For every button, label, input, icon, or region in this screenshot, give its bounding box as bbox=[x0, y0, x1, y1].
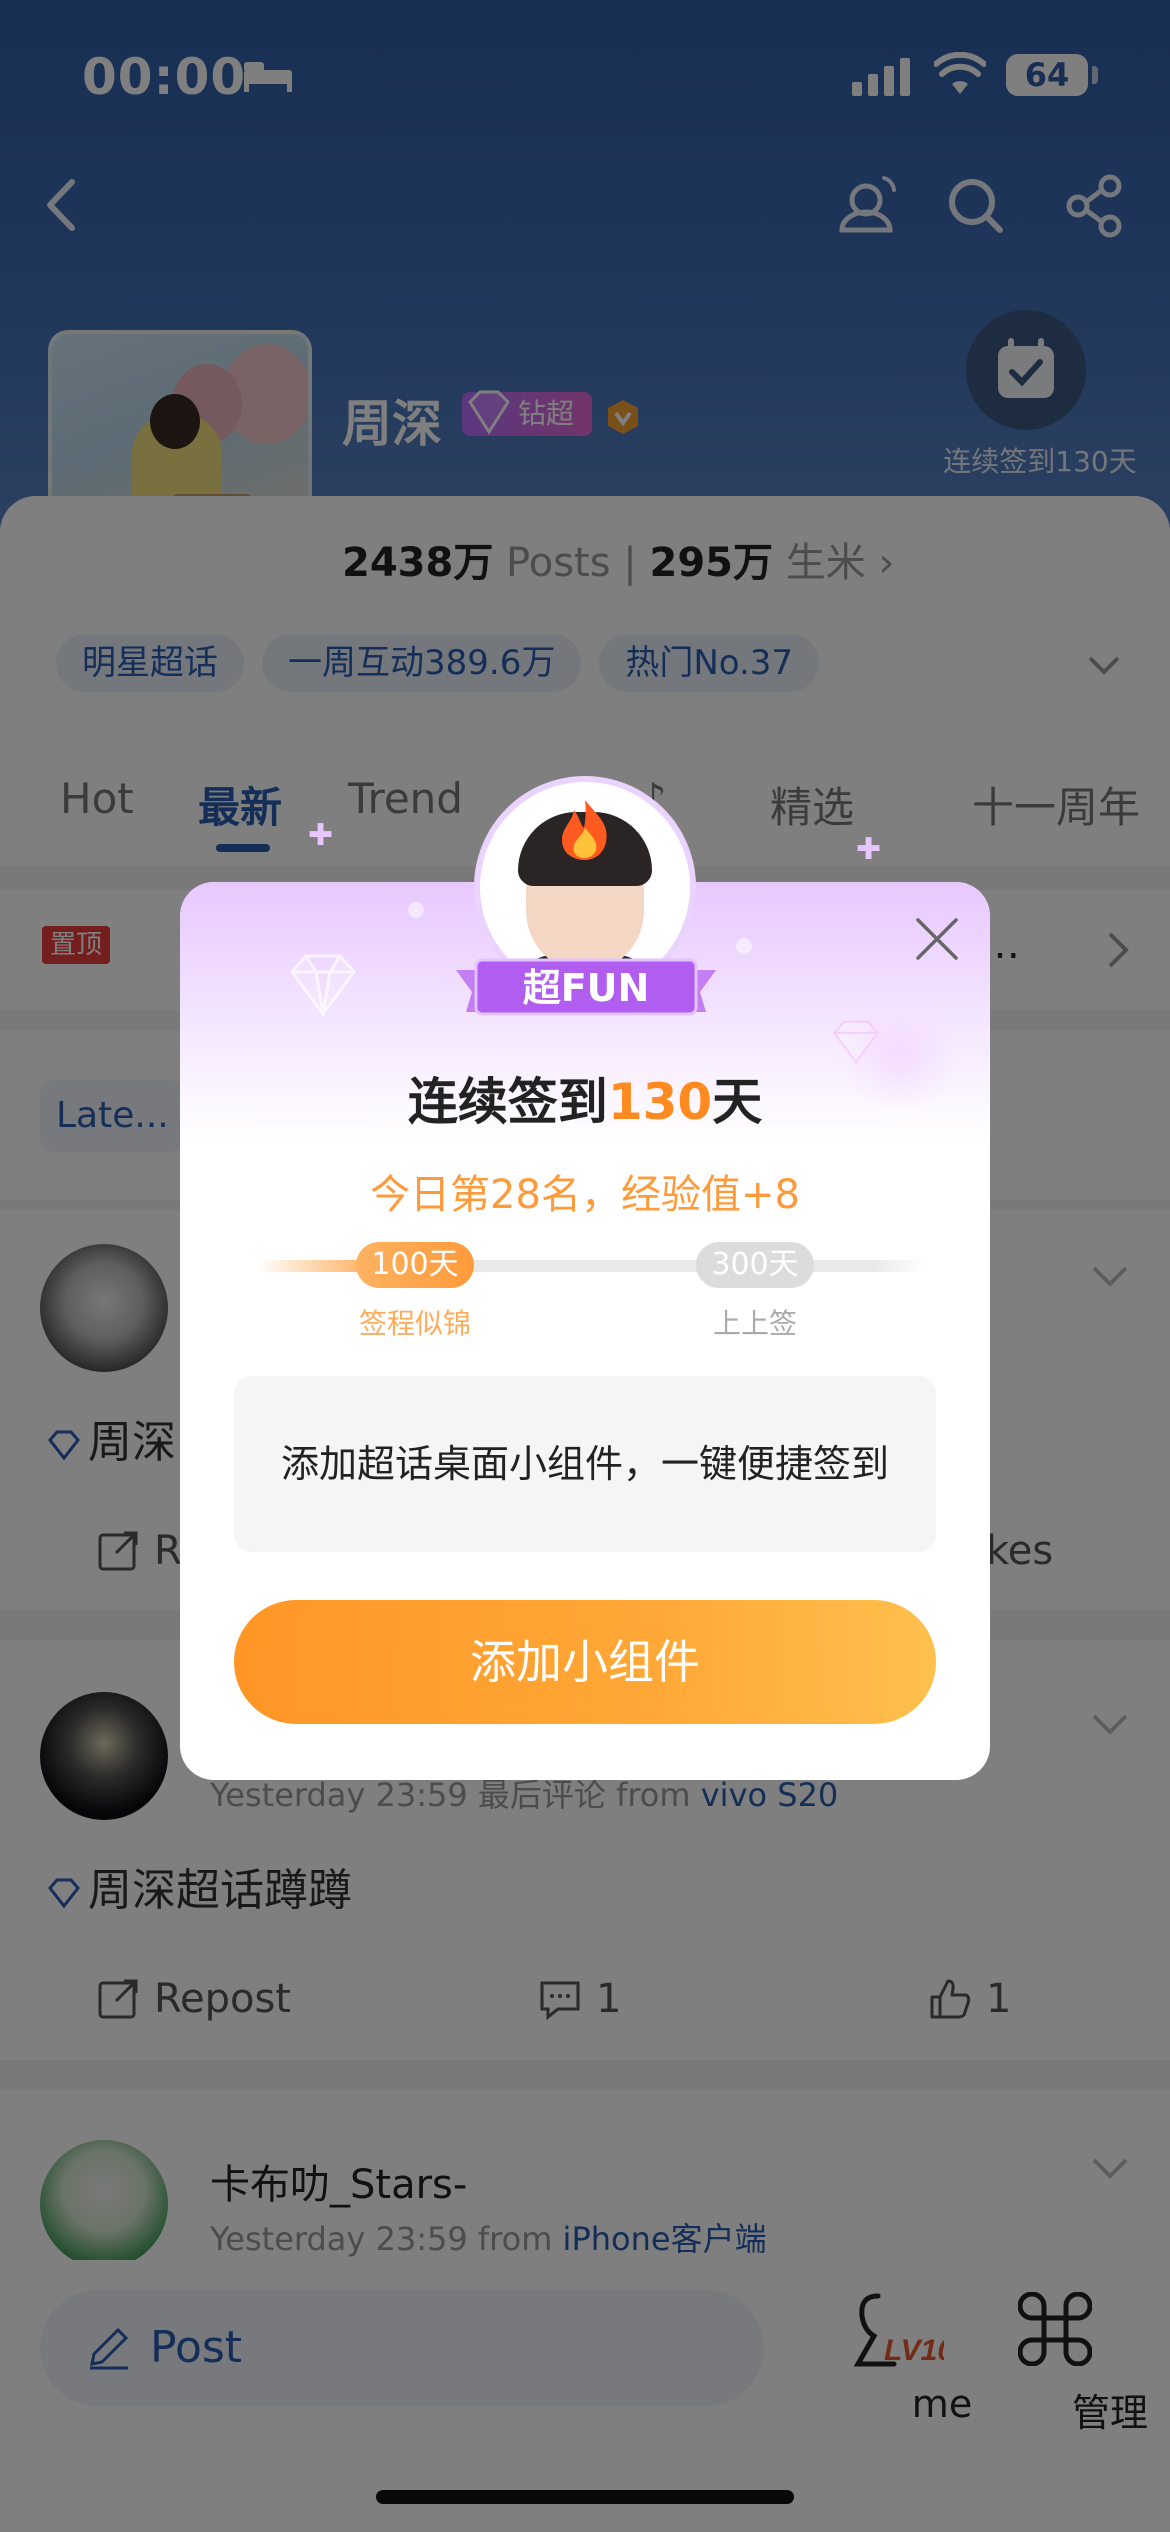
modal-streak-days: 130 bbox=[607, 1073, 713, 1131]
modal-title-suffix: 天 bbox=[712, 1073, 763, 1131]
bubble-decoration bbox=[736, 938, 752, 954]
milestone-300-days: 300天 bbox=[696, 1242, 814, 1288]
milestone-100-label: 签程似锦 bbox=[358, 1307, 471, 1340]
widget-promo-text: 添加超话桌面小组件，一键便捷签到 bbox=[234, 1376, 936, 1552]
milestone-300-label: 上上签 bbox=[712, 1307, 797, 1340]
close-icon[interactable] bbox=[910, 912, 964, 966]
sparkle-icon: ✚ bbox=[308, 818, 334, 853]
fire-icon bbox=[562, 800, 607, 860]
diamond-decoration-icon bbox=[833, 1020, 879, 1064]
milestone-100-days: 100天 bbox=[356, 1242, 474, 1288]
sparkle-icon: ✚ bbox=[856, 832, 882, 867]
modal-rank-exp: 今日第28名，经验值+8 bbox=[370, 1172, 800, 1218]
diamond-decoration-icon bbox=[290, 954, 356, 1017]
bubble-decoration bbox=[408, 902, 424, 918]
modal-title: 连续签到130天 bbox=[180, 1062, 990, 1134]
modal-title-prefix: 连续签到 bbox=[407, 1073, 608, 1131]
fun-badge-label: 超FUN bbox=[522, 966, 650, 1010]
add-widget-button[interactable]: 添加小组件 bbox=[234, 1600, 936, 1724]
